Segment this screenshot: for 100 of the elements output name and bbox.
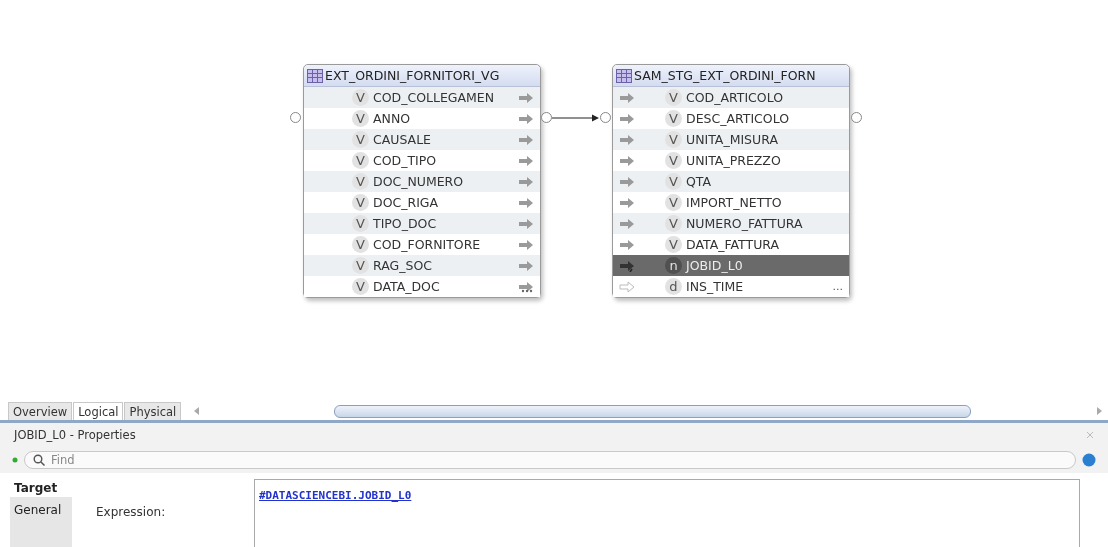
type-badge: V	[352, 278, 369, 295]
arrow-icon	[619, 217, 635, 230]
column-row[interactable]: V UNITA_MISURA	[613, 129, 849, 150]
column-name: IMPORT_NETTO	[686, 195, 783, 210]
type-badge: V	[665, 152, 682, 169]
type-badge: V	[352, 110, 369, 127]
column-name: NUMERO_FATTURA	[686, 216, 804, 231]
column-name: DATA_FATTURA	[686, 237, 780, 252]
view-tab[interactable]: Logical	[73, 402, 124, 420]
port[interactable]	[851, 112, 862, 123]
search-field[interactable]: Find	[24, 451, 1076, 469]
expression-field[interactable]: #DATASCIENCEBI.JOBID_L0	[254, 479, 1080, 547]
column-name: UNITA_PREZZO	[686, 153, 782, 168]
column-row[interactable]: V UNITA_PREZZO	[613, 150, 849, 171]
port[interactable]	[600, 112, 611, 123]
column-row[interactable]: V IMPORT_NETTO	[613, 192, 849, 213]
column-name: COD_ARTICOLO	[686, 90, 784, 105]
column-name: CAUSALE	[373, 132, 432, 147]
table-icon	[307, 68, 323, 83]
arrow-icon	[619, 175, 635, 188]
column-row[interactable]: V DATA_DOC	[304, 276, 540, 297]
arrow-icon	[518, 175, 534, 188]
type-badge: V	[352, 131, 369, 148]
node-title: SAM_STG_EXT_ORDINI_FORN	[634, 68, 816, 83]
field-label: Expression:	[96, 505, 167, 521]
column-row[interactable]: V RAG_SOC	[304, 255, 540, 276]
column-row[interactable]: V COD_FORNITORE	[304, 234, 540, 255]
arrow-icon	[619, 196, 635, 209]
column-row[interactable]: V NUMERO_FATTURA	[613, 213, 849, 234]
side-tab[interactable]: Target	[10, 479, 72, 497]
expression-link[interactable]: #DATASCIENCEBI.JOBID_L0	[259, 489, 412, 502]
view-tab[interactable]: Overview	[8, 402, 73, 420]
column-name: INS_TIME	[686, 279, 745, 294]
column-name: DATA_DOC	[373, 279, 441, 294]
close-icon[interactable]	[1086, 431, 1094, 439]
port[interactable]	[290, 112, 301, 123]
key-arrow-icon	[619, 259, 635, 272]
arrow-icon	[518, 91, 534, 104]
search-icon	[33, 454, 45, 466]
column-name: JOBID_L0	[686, 258, 744, 273]
column-name: UNITA_MISURA	[686, 132, 779, 147]
outline-arrow-icon	[619, 280, 635, 293]
type-badge: V	[352, 173, 369, 190]
status-dot-icon	[12, 457, 18, 463]
column-row[interactable]: V COD_ARTICOLO	[613, 87, 849, 108]
column-name: ANNO	[373, 111, 412, 126]
type-badge: V	[665, 236, 682, 253]
column-row[interactable]: V DATA_FATTURA	[613, 234, 849, 255]
column-row[interactable]: V ANNO	[304, 108, 540, 129]
type-badge: V	[352, 194, 369, 211]
column-name: COD_FORNITORE	[373, 237, 482, 252]
arrow-with-dots-icon	[518, 280, 534, 293]
column-name: DOC_RIGA	[373, 195, 440, 210]
column-name: QTA	[686, 174, 713, 189]
column-row[interactable]: V QTA	[613, 171, 849, 192]
view-tab[interactable]: Physical	[124, 402, 182, 420]
help-icon[interactable]	[1082, 453, 1096, 467]
column-row[interactable]: V CAUSALE	[304, 129, 540, 150]
column-row[interactable]: V DOC_RIGA	[304, 192, 540, 213]
scroll-right-icon[interactable]	[1096, 407, 1102, 415]
table-node[interactable]: EXT_ORDINI_FORNITORI_VG V COD_COLLEGAMEN V ANNO V CAUSALE V COD_TIPO V DOC_NUMERO V DOC_RIGA V TIPO_DOC V COD_FORNITORE V RAG_SOC V DATA_DOC	[303, 64, 541, 298]
column-row[interactable]: V COD_TIPO	[304, 150, 540, 171]
table-node[interactable]: SAM_STG_EXT_ORDINI_FORN V COD_ARTICOLO V DESC_ARTICOLO V UNITA_MISURA V UNITA_PREZZO V QTA V IMPORT_NETTO V NUMERO_FATTURA V DATA_FATTURA n JOBID_L0 d INS_TIME ...	[612, 64, 850, 298]
column-name: COD_TIPO	[373, 153, 438, 168]
type-badge: V	[352, 215, 369, 232]
column-name: DOC_NUMERO	[373, 174, 465, 189]
connector-arrow	[552, 113, 600, 123]
type-badge: V	[352, 89, 369, 106]
node-title: EXT_ORDINI_FORNITORI_VG	[325, 68, 500, 83]
arrow-icon	[518, 259, 534, 272]
type-badge: V	[665, 194, 682, 211]
type-badge: V	[665, 173, 682, 190]
panel-title: JOBID_L0 - Properties	[14, 428, 136, 442]
arrow-icon	[619, 91, 635, 104]
column-name: RAG_SOC	[373, 258, 433, 273]
arrow-icon	[518, 217, 534, 230]
arrow-icon	[518, 196, 534, 209]
more-text: ...	[832, 280, 843, 293]
column-name: COD_COLLEGAMEN	[373, 90, 496, 105]
type-badge: V	[665, 89, 682, 106]
type-badge: V	[352, 152, 369, 169]
arrow-icon	[619, 133, 635, 146]
type-badge: V	[665, 131, 682, 148]
table-icon	[616, 68, 632, 83]
arrow-icon	[619, 154, 635, 167]
column-name: TIPO_DOC	[373, 216, 438, 231]
column-row[interactable]: V DESC_ARTICOLO	[613, 108, 849, 129]
scroll-left-icon[interactable]	[194, 407, 201, 415]
column-row[interactable]: V DOC_NUMERO	[304, 171, 540, 192]
type-badge: V	[665, 215, 682, 232]
type-badge: d	[665, 278, 682, 295]
arrow-icon	[518, 154, 534, 167]
column-row[interactable]: V TIPO_DOC	[304, 213, 540, 234]
arrow-icon	[619, 112, 635, 125]
column-row[interactable]: V COD_COLLEGAMEN	[304, 87, 540, 108]
column-row[interactable]: n JOBID_L0	[613, 255, 849, 276]
arrow-icon	[518, 238, 534, 251]
column-row[interactable]: d INS_TIME ...	[613, 276, 849, 297]
arrow-icon	[518, 112, 534, 125]
port[interactable]	[541, 112, 552, 123]
